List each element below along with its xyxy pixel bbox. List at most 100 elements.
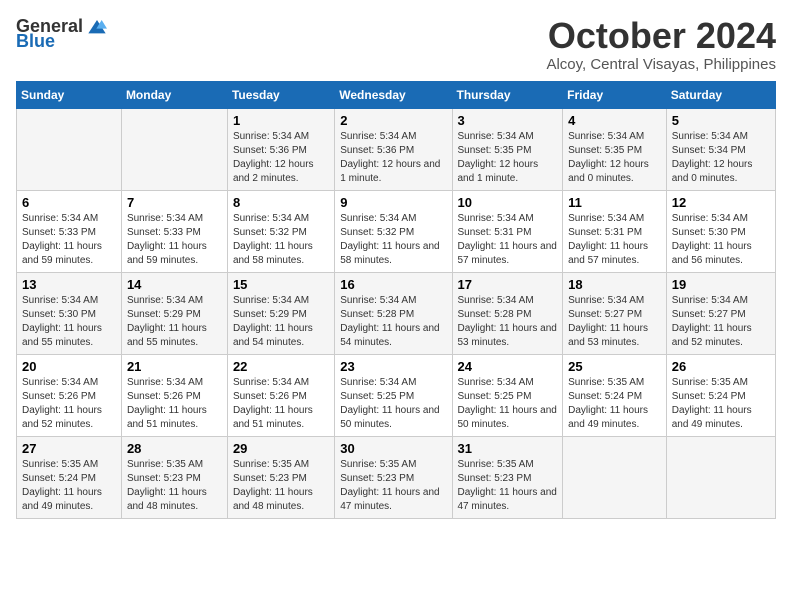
day-number: 29 xyxy=(233,441,329,456)
calendar-cell: 26 Sunrise: 5:35 AM Sunset: 5:24 PM Dayli… xyxy=(666,354,775,436)
day-info: Sunrise: 5:34 AM Sunset: 5:36 PM Dayligh… xyxy=(340,130,446,186)
day-info: Sunrise: 5:35 AM Sunset: 5:23 PM Dayligh… xyxy=(127,458,222,514)
page-header: General Blue October 2024 Alcoy, Central… xyxy=(16,16,776,73)
calendar-cell: 27Sunrise: 5:35 AM Sunset: 5:24 PM Dayli… xyxy=(17,436,122,518)
calendar-cell: 24Sunrise: 5:34 AM Sunset: 5:25 PM Dayli… xyxy=(452,354,563,436)
day-info: Sunrise: 5:35 AM Sunset: 5:23 PM Dayligh… xyxy=(458,458,558,514)
day-info: Sunrise: 5:34 AM Sunset: 5:35 PM Dayligh… xyxy=(568,130,661,186)
calendar-cell xyxy=(17,108,122,190)
day-number: 20 xyxy=(22,359,116,374)
day-of-week-header: Saturday xyxy=(666,81,775,108)
day-info: Sunrise: 5:34 AM Sunset: 5:32 PM Dayligh… xyxy=(233,212,329,268)
calendar-cell: 18 Sunrise: 5:34 AM Sunset: 5:27 PM Dayli… xyxy=(563,272,667,354)
day-info: Sunrise: 5:35 AM Sunset: 5:24 PM Dayligh… xyxy=(568,376,661,432)
calendar-cell: 13 Sunrise: 5:34 AM Sunset: 5:30 PM Dayli… xyxy=(17,272,122,354)
calendar-cell: 9 Sunrise: 5:34 AM Sunset: 5:32 PM Daylig… xyxy=(335,190,452,272)
calendar-table: SundayMondayTuesdayWednesdayThursdayFrid… xyxy=(16,81,776,519)
day-of-week-header: Friday xyxy=(563,81,667,108)
day-info: Sunrise: 5:34 AM Sunset: 5:31 PM Dayligh… xyxy=(458,212,558,268)
day-info: Sunrise: 5:34 AM Sunset: 5:32 PM Dayligh… xyxy=(340,212,446,268)
calendar-cell: 5Sunrise: 5:34 AM Sunset: 5:34 PM Daylig… xyxy=(666,108,775,190)
calendar-cell: 3Sunrise: 5:34 AM Sunset: 5:35 PM Daylig… xyxy=(452,108,563,190)
day-number: 31 xyxy=(458,441,558,456)
day-info: Sunrise: 5:34 AM Sunset: 5:30 PM Dayligh… xyxy=(672,212,770,268)
day-number: 6 xyxy=(22,195,116,210)
day-info: Sunrise: 5:34 AM Sunset: 5:28 PM Dayligh… xyxy=(340,294,446,350)
day-info: Sunrise: 5:34 AM Sunset: 5:30 PM Dayligh… xyxy=(22,294,116,350)
calendar-cell: 2 Sunrise: 5:34 AM Sunset: 5:36 PM Daylig… xyxy=(335,108,452,190)
title-section: October 2024 Alcoy, Central Visayas, Phi… xyxy=(546,16,776,73)
calendar-cell: 11 Sunrise: 5:34 AM Sunset: 5:31 PM Dayli… xyxy=(563,190,667,272)
calendar-week-row: 20 Sunrise: 5:34 AM Sunset: 5:26 PM Dayli… xyxy=(17,354,776,436)
calendar-cell: 16 Sunrise: 5:34 AM Sunset: 5:28 PM Dayli… xyxy=(335,272,452,354)
day-info: Sunrise: 5:34 AM Sunset: 5:26 PM Dayligh… xyxy=(22,376,116,432)
calendar-cell: 23Sunrise: 5:34 AM Sunset: 5:25 PM Dayli… xyxy=(335,354,452,436)
day-number: 9 xyxy=(340,195,446,210)
day-number: 14 xyxy=(127,277,222,292)
day-number: 7 xyxy=(127,195,222,210)
day-info: Sunrise: 5:34 AM Sunset: 5:27 PM Dayligh… xyxy=(568,294,661,350)
day-info: Sunrise: 5:34 AM Sunset: 5:26 PM Dayligh… xyxy=(127,376,222,432)
calendar-cell: 12 Sunrise: 5:34 AM Sunset: 5:30 PM Dayli… xyxy=(666,190,775,272)
day-number: 28 xyxy=(127,441,222,456)
calendar-cell: 21 Sunrise: 5:34 AM Sunset: 5:26 PM Dayli… xyxy=(121,354,227,436)
day-info: Sunrise: 5:34 AM Sunset: 5:28 PM Dayligh… xyxy=(458,294,558,350)
calendar-cell xyxy=(666,436,775,518)
logo-blue-text: Blue xyxy=(16,31,55,52)
day-number: 5 xyxy=(672,113,770,128)
month-title: October 2024 xyxy=(546,16,776,56)
calendar-cell: 29 Sunrise: 5:35 AM Sunset: 5:23 PM Dayli… xyxy=(227,436,334,518)
calendar-cell xyxy=(121,108,227,190)
calendar-cell: 28 Sunrise: 5:35 AM Sunset: 5:23 PM Dayli… xyxy=(121,436,227,518)
day-info: Sunrise: 5:34 AM Sunset: 5:25 PM Dayligh… xyxy=(340,376,446,432)
day-info: Sunrise: 5:34 AM Sunset: 5:26 PM Dayligh… xyxy=(233,376,329,432)
calendar-cell: 31 Sunrise: 5:35 AM Sunset: 5:23 PM Dayli… xyxy=(452,436,563,518)
day-number: 2 xyxy=(340,113,446,128)
day-number: 16 xyxy=(340,277,446,292)
day-info: Sunrise: 5:34 AM Sunset: 5:33 PM Dayligh… xyxy=(22,212,116,268)
location-title: Alcoy, Central Visayas, Philippines xyxy=(546,56,776,73)
day-number: 19 xyxy=(672,277,770,292)
calendar-cell xyxy=(563,436,667,518)
calendar-cell: 19Sunrise: 5:34 AM Sunset: 5:27 PM Dayli… xyxy=(666,272,775,354)
calendar-header-row: SundayMondayTuesdayWednesdayThursdayFrid… xyxy=(17,81,776,108)
day-number: 15 xyxy=(233,277,329,292)
day-info: Sunrise: 5:35 AM Sunset: 5:23 PM Dayligh… xyxy=(233,458,329,514)
day-number: 21 xyxy=(127,359,222,374)
day-info: Sunrise: 5:34 AM Sunset: 5:35 PM Dayligh… xyxy=(458,130,558,186)
day-of-week-header: Monday xyxy=(121,81,227,108)
calendar-week-row: 6 Sunrise: 5:34 AM Sunset: 5:33 PM Daylig… xyxy=(17,190,776,272)
calendar-cell: 20 Sunrise: 5:34 AM Sunset: 5:26 PM Dayli… xyxy=(17,354,122,436)
day-number: 22 xyxy=(233,359,329,374)
calendar-cell: 8 Sunrise: 5:34 AM Sunset: 5:32 PM Daylig… xyxy=(227,190,334,272)
day-of-week-header: Wednesday xyxy=(335,81,452,108)
logo-icon xyxy=(87,17,107,37)
calendar-cell: 7 Sunrise: 5:34 AM Sunset: 5:33 PM Daylig… xyxy=(121,190,227,272)
day-number: 13 xyxy=(22,277,116,292)
day-number: 12 xyxy=(672,195,770,210)
day-info: Sunrise: 5:35 AM Sunset: 5:24 PM Dayligh… xyxy=(672,376,770,432)
day-info: Sunrise: 5:34 AM Sunset: 5:31 PM Dayligh… xyxy=(568,212,661,268)
calendar-cell: 15 Sunrise: 5:34 AM Sunset: 5:29 PM Dayli… xyxy=(227,272,334,354)
day-number: 1 xyxy=(233,113,329,128)
calendar-week-row: 27Sunrise: 5:35 AM Sunset: 5:24 PM Dayli… xyxy=(17,436,776,518)
day-info: Sunrise: 5:35 AM Sunset: 5:23 PM Dayligh… xyxy=(340,458,446,514)
day-info: Sunrise: 5:34 AM Sunset: 5:25 PM Dayligh… xyxy=(458,376,558,432)
day-number: 8 xyxy=(233,195,329,210)
calendar-cell: 4Sunrise: 5:34 AM Sunset: 5:35 PM Daylig… xyxy=(563,108,667,190)
calendar-cell: 1 Sunrise: 5:34 AM Sunset: 5:36 PM Daylig… xyxy=(227,108,334,190)
calendar-week-row: 13 Sunrise: 5:34 AM Sunset: 5:30 PM Dayli… xyxy=(17,272,776,354)
day-info: Sunrise: 5:34 AM Sunset: 5:36 PM Dayligh… xyxy=(233,130,329,186)
day-of-week-header: Sunday xyxy=(17,81,122,108)
day-number: 26 xyxy=(672,359,770,374)
day-number: 25 xyxy=(568,359,661,374)
day-number: 27 xyxy=(22,441,116,456)
day-info: Sunrise: 5:34 AM Sunset: 5:33 PM Dayligh… xyxy=(127,212,222,268)
day-number: 18 xyxy=(568,277,661,292)
day-number: 30 xyxy=(340,441,446,456)
calendar-cell: 30 Sunrise: 5:35 AM Sunset: 5:23 PM Dayli… xyxy=(335,436,452,518)
calendar-cell: 22 Sunrise: 5:34 AM Sunset: 5:26 PM Dayli… xyxy=(227,354,334,436)
day-number: 11 xyxy=(568,195,661,210)
day-info: Sunrise: 5:34 AM Sunset: 5:29 PM Dayligh… xyxy=(233,294,329,350)
day-of-week-header: Thursday xyxy=(452,81,563,108)
